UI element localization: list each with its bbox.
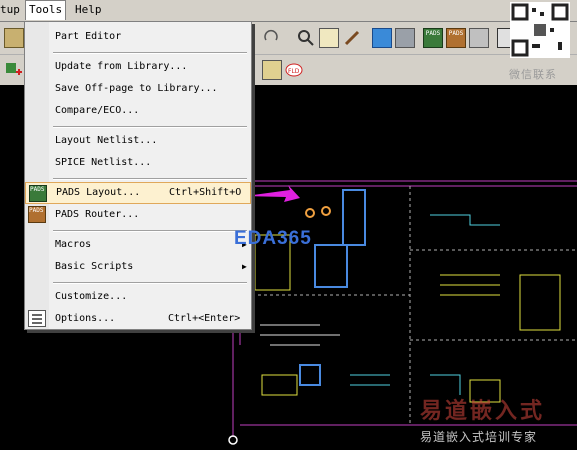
svg-text:FLD: FLD bbox=[288, 68, 300, 75]
brand-watermark: 易道嵌入式 bbox=[420, 399, 546, 424]
menu-item-options[interactable]: Options... Ctrl+<Enter> bbox=[25, 308, 251, 330]
menu-item-basic-scripts[interactable]: Basic Scripts ▶ bbox=[25, 256, 251, 278]
options-icon bbox=[28, 310, 46, 327]
qr-code bbox=[510, 2, 570, 58]
menu-item-customize[interactable]: Customize... bbox=[25, 286, 251, 308]
pads-layout-icon: PADS bbox=[29, 185, 47, 202]
pads-router-toolbar-icon[interactable]: PADS bbox=[446, 28, 466, 48]
pads-layout-toolbar-icon[interactable]: PADS bbox=[423, 28, 443, 48]
flag-icon[interactable]: FLD bbox=[284, 60, 304, 80]
print-icon[interactable] bbox=[395, 28, 415, 48]
menu-item-update-from-library[interactable]: Update from Library... bbox=[25, 56, 251, 78]
menu-bar: tup Tools Help bbox=[0, 0, 577, 22]
submenu-arrow-icon: ▶ bbox=[242, 262, 247, 271]
menu-item-macros[interactable]: Macros ▶ bbox=[25, 234, 251, 256]
menu-item-save-offpage-to-library[interactable]: Save Off-page to Library... bbox=[25, 78, 251, 100]
menu-separator bbox=[53, 230, 247, 232]
qr-caption: 微信联系 bbox=[509, 68, 557, 81]
menu-item-layout-netlist[interactable]: Layout Netlist... bbox=[25, 130, 251, 152]
menu-item-pads-layout[interactable]: PADS PADS Layout... Ctrl+Shift+O bbox=[25, 182, 251, 204]
brush-icon[interactable] bbox=[342, 28, 362, 48]
brand-subtitle-watermark: 易道嵌入式培训专家 bbox=[420, 430, 538, 444]
menu-separator bbox=[53, 52, 247, 54]
menu-item-spice-netlist[interactable]: SPICE Netlist... bbox=[25, 152, 251, 174]
menu-item-pads-router[interactable]: PADS PADS Router... bbox=[25, 204, 251, 226]
redo-icon[interactable] bbox=[262, 28, 282, 48]
menu-item-part-editor[interactable]: Part Editor bbox=[25, 26, 251, 48]
tools-menu: Part Editor Update from Library... Save … bbox=[24, 21, 252, 330]
pink-arrow bbox=[246, 185, 300, 202]
zoom-window-icon[interactable] bbox=[319, 28, 339, 48]
menu-separator bbox=[53, 178, 247, 180]
settings-icon[interactable] bbox=[469, 28, 489, 48]
eda-watermark: EDA365 bbox=[234, 228, 312, 249]
part-icon[interactable] bbox=[262, 60, 282, 80]
clipboard-icon[interactable] bbox=[4, 28, 24, 48]
pads-router-icon: PADS bbox=[28, 206, 46, 223]
menu-separator bbox=[53, 126, 247, 128]
menu-separator bbox=[53, 282, 247, 284]
menu-tools[interactable]: Tools bbox=[25, 0, 67, 20]
menu-setup[interactable]: tup bbox=[0, 0, 20, 20]
menu-help[interactable]: Help bbox=[75, 0, 102, 20]
search-icon[interactable] bbox=[296, 28, 316, 48]
add-component-icon[interactable] bbox=[4, 60, 24, 80]
menu-item-compare-eco[interactable]: Compare/ECO... bbox=[25, 100, 251, 122]
view-icon[interactable] bbox=[372, 28, 392, 48]
